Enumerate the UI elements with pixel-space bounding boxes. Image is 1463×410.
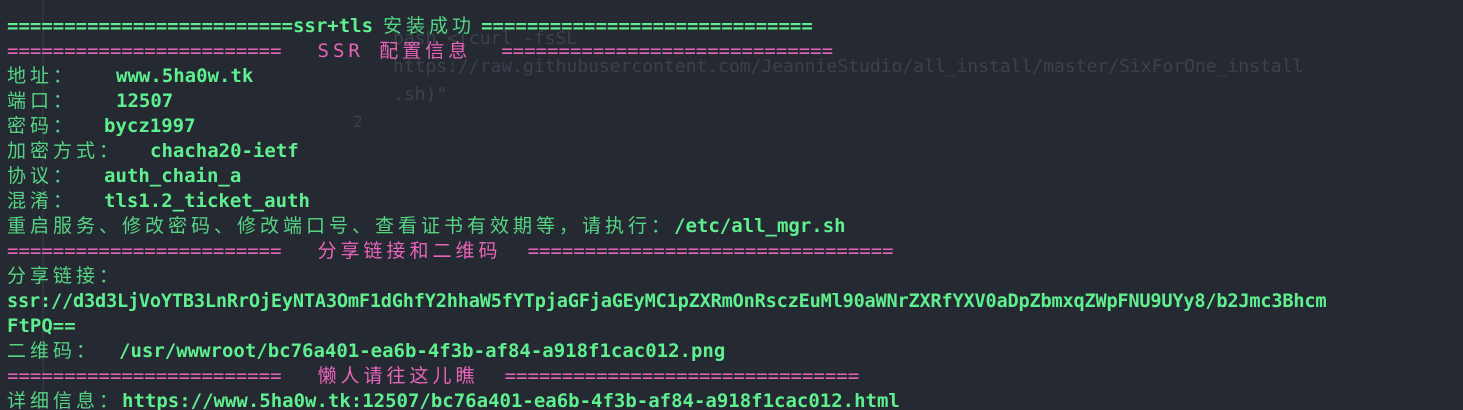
share-section-title: 分享链接和二维码 (317, 240, 502, 262)
obfs-value: tls1.2_ticket_auth (104, 190, 310, 212)
ssr-config-separator: ======================== SSR 配置信息 ========… (7, 39, 833, 64)
header-right-rule: ============================= (481, 15, 813, 37)
terminal-output: bash <(curl -fsSL https://raw.githubuser… (0, 0, 1463, 410)
qr-code-label: 二维码： (7, 340, 100, 362)
ssr-right-rule: ============================= (501, 40, 834, 62)
encryption-method-row: 加密方式： chacha20-ietf (7, 139, 299, 164)
protocol-label: 协议： (7, 165, 77, 187)
manage-label: 重启服务、修改密码、修改端口号、查看证书有效期等，请执行： (7, 215, 675, 237)
share-separator: ======================== 分享链接和二维码 ========… (7, 239, 894, 264)
lazy-separator: ======================== 懒人请往这儿瞧 =========… (7, 364, 859, 389)
share-left-rule: ======================== (7, 240, 282, 262)
ssr-link-text-1[interactable]: ssr://d3d3LjVoYTB3LnRrOjEyNTA3OmF1dGhfY2… (7, 291, 1327, 312)
lazy-right-rule: =============================== (504, 365, 860, 387)
protocol-value: auth_chain_a (104, 165, 242, 187)
address-value: www.5ha0w.tk (116, 65, 254, 87)
port-value: 12507 (116, 90, 174, 112)
ssr-link-text-2[interactable]: FtPQ== (7, 315, 76, 337)
detail-info-url[interactable]: https://www.5ha0w.tk:12507/bc76a401-ea6b… (122, 390, 900, 410)
background-line-number: 2 (353, 112, 363, 131)
ssr-link-line2[interactable]: FtPQ== (7, 314, 76, 339)
install-success-header: =========================ssr+tls 安装成功 ====… (7, 14, 813, 39)
encryption-method-label: 加密方式： (7, 140, 123, 162)
header-title: 安装成功 (383, 15, 476, 37)
qr-code-row: 二维码： /usr/wwwroot/bc76a401-ea6b-4f3b-af84… (7, 339, 725, 364)
qr-code-path: /usr/wwwroot/bc76a401-ea6b-4f3b-af84-a91… (119, 340, 726, 362)
share-right-rule: ================================ (527, 240, 894, 262)
share-link-label-row: 分享链接： (7, 264, 122, 289)
detail-info-label: 详细信息： (7, 390, 123, 410)
ssr-left-rule: ======================== (7, 40, 282, 62)
lazy-section-title: 懒人请往这儿瞧 (317, 365, 479, 387)
address-label: 地址： (7, 65, 77, 87)
port-label: 端口： (7, 90, 77, 112)
lazy-left-rule: ======================== (7, 365, 282, 387)
address-row: 地址： www.5ha0w.tk (7, 64, 253, 89)
manage-command: /etc/all_mgr.sh (674, 215, 846, 237)
detail-info-row: 详细信息：https://www.5ha0w.tk:12507/bc76a401… (7, 389, 900, 410)
obfs-label: 混淆： (7, 190, 77, 212)
obfs-row: 混淆： tls1.2_ticket_auth (7, 189, 310, 214)
password-value: bycz1997 (104, 115, 196, 137)
share-link-label: 分享链接： (7, 265, 123, 287)
manage-command-row: 重启服务、修改密码、修改端口号、查看证书有效期等，请执行：/etc/all_mg… (7, 214, 846, 239)
header-left-rule: =========================ssr+tls (7, 15, 374, 37)
encryption-method-value: chacha20-ietf (150, 140, 299, 162)
protocol-row: 协议： auth_chain_a (7, 164, 241, 189)
password-row: 密码： bycz1997 (7, 114, 196, 139)
password-label: 密码： (7, 115, 77, 137)
port-row: 端口： 12507 (7, 89, 173, 114)
ssr-link-line1[interactable]: ssr://d3d3LjVoYTB3LnRrOjEyNTA3OmF1dGhfY2… (7, 289, 1327, 314)
ssr-section-title: SSR 配置信息 (317, 40, 472, 62)
